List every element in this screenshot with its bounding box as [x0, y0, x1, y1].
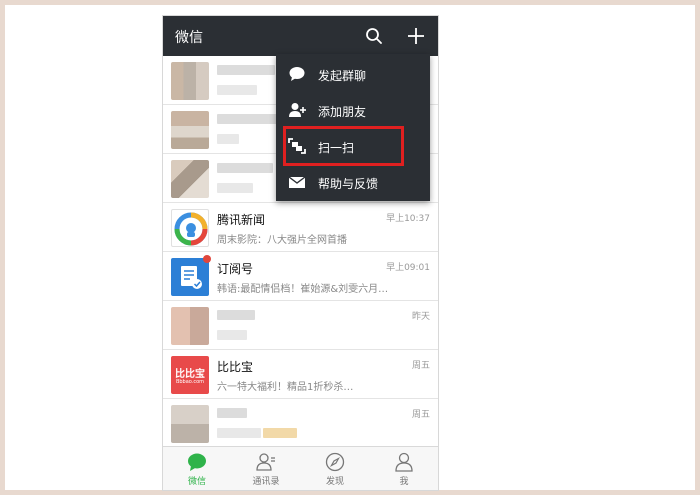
avatar — [171, 111, 209, 149]
preview-placeholder — [217, 134, 239, 144]
preview-placeholder — [263, 428, 297, 438]
chat-name: 腾讯新闻 — [217, 213, 266, 227]
app-title: 微信 — [175, 30, 203, 46]
chat-icon — [188, 453, 206, 471]
menu-item-add-friend[interactable]: 添加朋友 — [276, 92, 430, 128]
logo-text: 比比宝 — [175, 369, 205, 380]
chat-row-subscriptions[interactable]: 订阅号 韩语:最配情侣档！崔始源&刘雯六月… 早上09:01 — [163, 252, 438, 301]
chat-row-tencent-news[interactable]: 腾讯新闻 周末影院：八大强片全网首播 早上10:37 — [163, 203, 438, 252]
chat-row[interactable]: 昨天 — [163, 301, 438, 350]
avatar — [171, 160, 209, 198]
tencent-news-logo — [171, 209, 209, 247]
avatar — [171, 62, 209, 100]
preview-placeholder — [217, 330, 247, 340]
name-placeholder — [217, 310, 255, 320]
phone-screen: 微信 腾讯新闻 周末影院：八大强片全网首播 早上10:37 订阅号 韩语:最配情… — [163, 16, 438, 490]
chat-preview: 周末影院：八大强片全网首播 — [217, 235, 347, 246]
chat-preview: 韩语:最配情侣档！崔始源&刘雯六月… — [217, 284, 389, 295]
tab-label: 发现 — [325, 477, 344, 487]
unread-dot — [203, 255, 211, 263]
menu-label: 添加朋友 — [318, 105, 367, 119]
chat-name: 订阅号 — [217, 262, 254, 276]
person-icon — [395, 452, 413, 472]
preview-placeholder — [217, 85, 257, 95]
bottom-tab-bar: 微信 通讯录 发现 我 — [163, 446, 438, 490]
name-placeholder — [217, 163, 273, 173]
tab-contacts[interactable]: 通讯录 — [232, 447, 300, 490]
title-bar: 微信 — [163, 16, 438, 56]
tab-label: 通讯录 — [252, 477, 280, 487]
tab-label: 我 — [399, 477, 409, 487]
contacts-icon — [256, 453, 275, 471]
chat-row-bibibao[interactable]: 比比宝 Bbbao.com 比比宝 六一特大福利！精品1折秒杀… 周五 — [163, 350, 438, 399]
tab-me[interactable]: 我 — [370, 447, 438, 490]
chat-time: 早上10:37 — [386, 214, 430, 224]
chat-time: 周五 — [411, 410, 430, 420]
chat-bubble-icon — [289, 67, 305, 81]
menu-item-help-feedback[interactable]: 帮助与反馈 — [276, 164, 430, 200]
chat-time: 周五 — [411, 361, 430, 371]
chat-preview: 六一特大福利！精品1折秒杀… — [217, 382, 354, 393]
search-icon[interactable] — [364, 26, 384, 46]
chat-time: 昨天 — [411, 312, 430, 322]
bibibao-logo: 比比宝 Bbbao.com — [171, 356, 209, 394]
compass-icon — [325, 452, 345, 472]
logo-subtext: Bbbao.com — [175, 379, 205, 385]
menu-label: 发起群聊 — [318, 69, 367, 83]
plus-icon[interactable] — [406, 26, 426, 46]
name-placeholder — [217, 408, 247, 418]
name-placeholder — [217, 114, 277, 124]
tab-chats[interactable]: 微信 — [163, 447, 231, 490]
name-placeholder — [217, 65, 275, 75]
chat-time: 早上09:01 — [386, 263, 430, 273]
avatar — [171, 405, 209, 443]
tab-discover[interactable]: 发现 — [301, 447, 369, 490]
menu-item-group-chat[interactable]: 发起群聊 — [276, 56, 430, 92]
chat-name: 比比宝 — [217, 360, 254, 374]
avatar — [171, 307, 209, 345]
preview-placeholder — [217, 183, 253, 193]
scan-highlight-box — [283, 126, 404, 166]
mail-icon — [288, 176, 306, 188]
menu-label: 帮助与反馈 — [318, 177, 379, 191]
add-friend-icon — [289, 103, 306, 117]
tab-label: 微信 — [187, 477, 206, 487]
subscription-icon — [171, 258, 209, 296]
chat-row[interactable]: 周五 — [163, 399, 438, 448]
preview-placeholder — [217, 428, 261, 438]
